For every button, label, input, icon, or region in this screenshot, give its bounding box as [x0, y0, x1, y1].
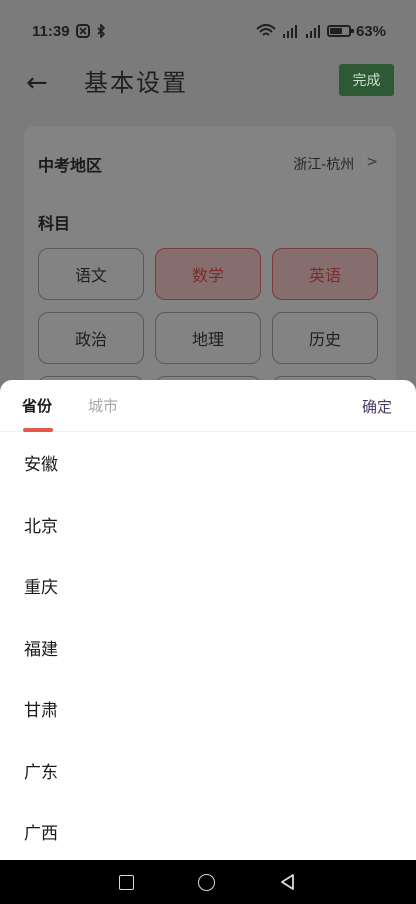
- region-label: 中考地区: [38, 156, 103, 175]
- subject-chinese-button[interactable]: 语文: [38, 248, 144, 300]
- subject-label: 科目: [38, 214, 71, 233]
- province-item[interactable]: 安徽: [0, 432, 416, 494]
- bluetooth-icon: [96, 24, 105, 38]
- system-nav-bar: [0, 860, 416, 904]
- region-picker-sheet: 省份 城市 确定 安徽 北京 重庆 福建 甘肃 广东 广西: [0, 380, 416, 860]
- nfc-icon: [75, 24, 90, 38]
- province-item[interactable]: 广西: [0, 801, 416, 860]
- clock: 11:39: [32, 22, 70, 40]
- chevron-right-icon: >: [366, 154, 378, 170]
- picker-tabs: 省份 城市 确定: [0, 380, 416, 432]
- region-value: 浙江-杭州: [293, 157, 355, 173]
- province-item[interactable]: 甘肃: [0, 678, 416, 740]
- confirm-button[interactable]: 确定: [362, 396, 392, 417]
- recents-icon[interactable]: [119, 874, 134, 890]
- back-arrow-icon[interactable]: ←: [26, 66, 56, 100]
- subject-history-button[interactable]: 历史: [272, 312, 378, 364]
- page-title: 基本设置: [84, 69, 188, 97]
- region-selector[interactable]: 浙江-杭州 >: [293, 154, 378, 174]
- signal-icon: [282, 25, 297, 38]
- tab-province[interactable]: 省份: [22, 396, 52, 416]
- battery-percent: 63%: [355, 22, 386, 40]
- province-item[interactable]: 重庆: [0, 555, 416, 617]
- signal-icon: [305, 25, 320, 38]
- back-triangle-icon[interactable]: [279, 873, 297, 891]
- province-list: 安徽 北京 重庆 福建 甘肃 广东 广西: [0, 432, 416, 860]
- done-button[interactable]: 完成: [339, 64, 394, 96]
- battery-icon: [326, 25, 354, 37]
- status-right: 63%: [256, 23, 386, 40]
- province-item[interactable]: 北京: [0, 494, 416, 556]
- status-left: 11:39: [32, 23, 106, 40]
- wifi-icon: [256, 24, 276, 36]
- subject-geography-button[interactable]: 地理: [155, 312, 261, 364]
- home-icon[interactable]: [198, 873, 215, 891]
- subject-english-button[interactable]: 英语: [272, 248, 378, 300]
- app-header: ← 基本设置 完成: [0, 62, 416, 104]
- province-item[interactable]: 广东: [0, 740, 416, 802]
- province-item[interactable]: 福建: [0, 617, 416, 679]
- subject-math-button[interactable]: 数学: [155, 248, 261, 300]
- tab-city[interactable]: 城市: [88, 396, 118, 416]
- subject-politics-button[interactable]: 政治: [38, 312, 144, 364]
- status-bar: 11:39 63%: [0, 0, 416, 62]
